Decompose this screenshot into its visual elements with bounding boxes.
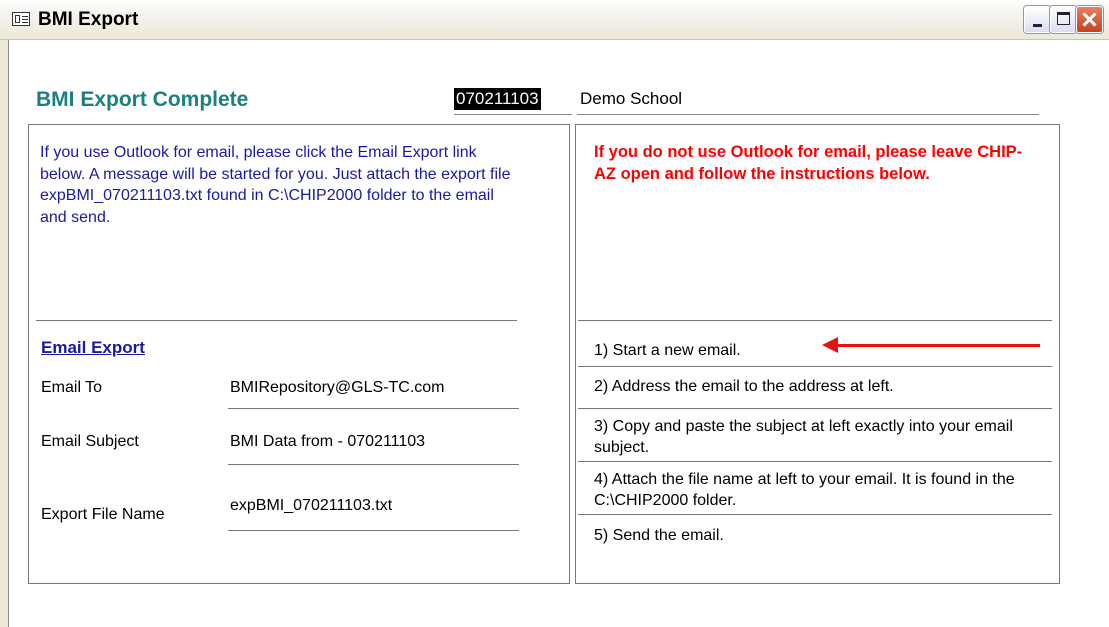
school-name-field[interactable]: Demo School [580, 88, 682, 110]
export-file-name-label: Export File Name [41, 506, 165, 523]
divider [578, 408, 1052, 409]
form-icon [12, 12, 30, 26]
divider [578, 320, 1052, 321]
divider [454, 114, 572, 115]
divider [228, 408, 519, 409]
divider [577, 114, 1039, 115]
divider [578, 366, 1052, 367]
divider [578, 514, 1052, 515]
email-export-link[interactable]: Email Export [41, 338, 145, 358]
divider [578, 461, 1052, 462]
email-to-label: Email To [41, 379, 103, 396]
school-code-field[interactable]: 070211103 [454, 88, 541, 110]
step-3: 3) Copy and paste the subject at left ex… [594, 418, 1013, 456]
export-file-name-value[interactable]: expBMI_070211103.txt [230, 497, 392, 515]
divider [228, 530, 519, 531]
minimize-button[interactable] [1024, 6, 1051, 33]
close-button[interactable] [1076, 6, 1103, 33]
window-title: BMI Export [38, 9, 139, 30]
arrow-head-icon [822, 337, 838, 353]
warning-text: If you do not use Outlook for email, ple… [594, 143, 1023, 183]
title-bar[interactable]: BMI Export [0, 0, 1109, 40]
email-subject-value[interactable]: BMI Data from - 070211103 [230, 433, 425, 451]
arrow-annotation [832, 344, 1040, 347]
maximize-button[interactable] [1050, 6, 1077, 33]
email-to-value[interactable]: BMIRepository@GLS-TC.com [230, 379, 445, 397]
step-2: 2) Address the email to the address at l… [594, 378, 894, 395]
outlook-instructions: If you use Outlook for email, please cli… [40, 144, 511, 226]
window-frame [0, 40, 9, 627]
step-5: 5) Send the email. [594, 527, 724, 544]
divider [36, 320, 517, 321]
page-title: BMI Export Complete [36, 88, 249, 111]
divider [228, 464, 519, 465]
email-subject-label: Email Subject [41, 433, 139, 450]
step-4: 4) Attach the file name at left to your … [594, 471, 1015, 509]
